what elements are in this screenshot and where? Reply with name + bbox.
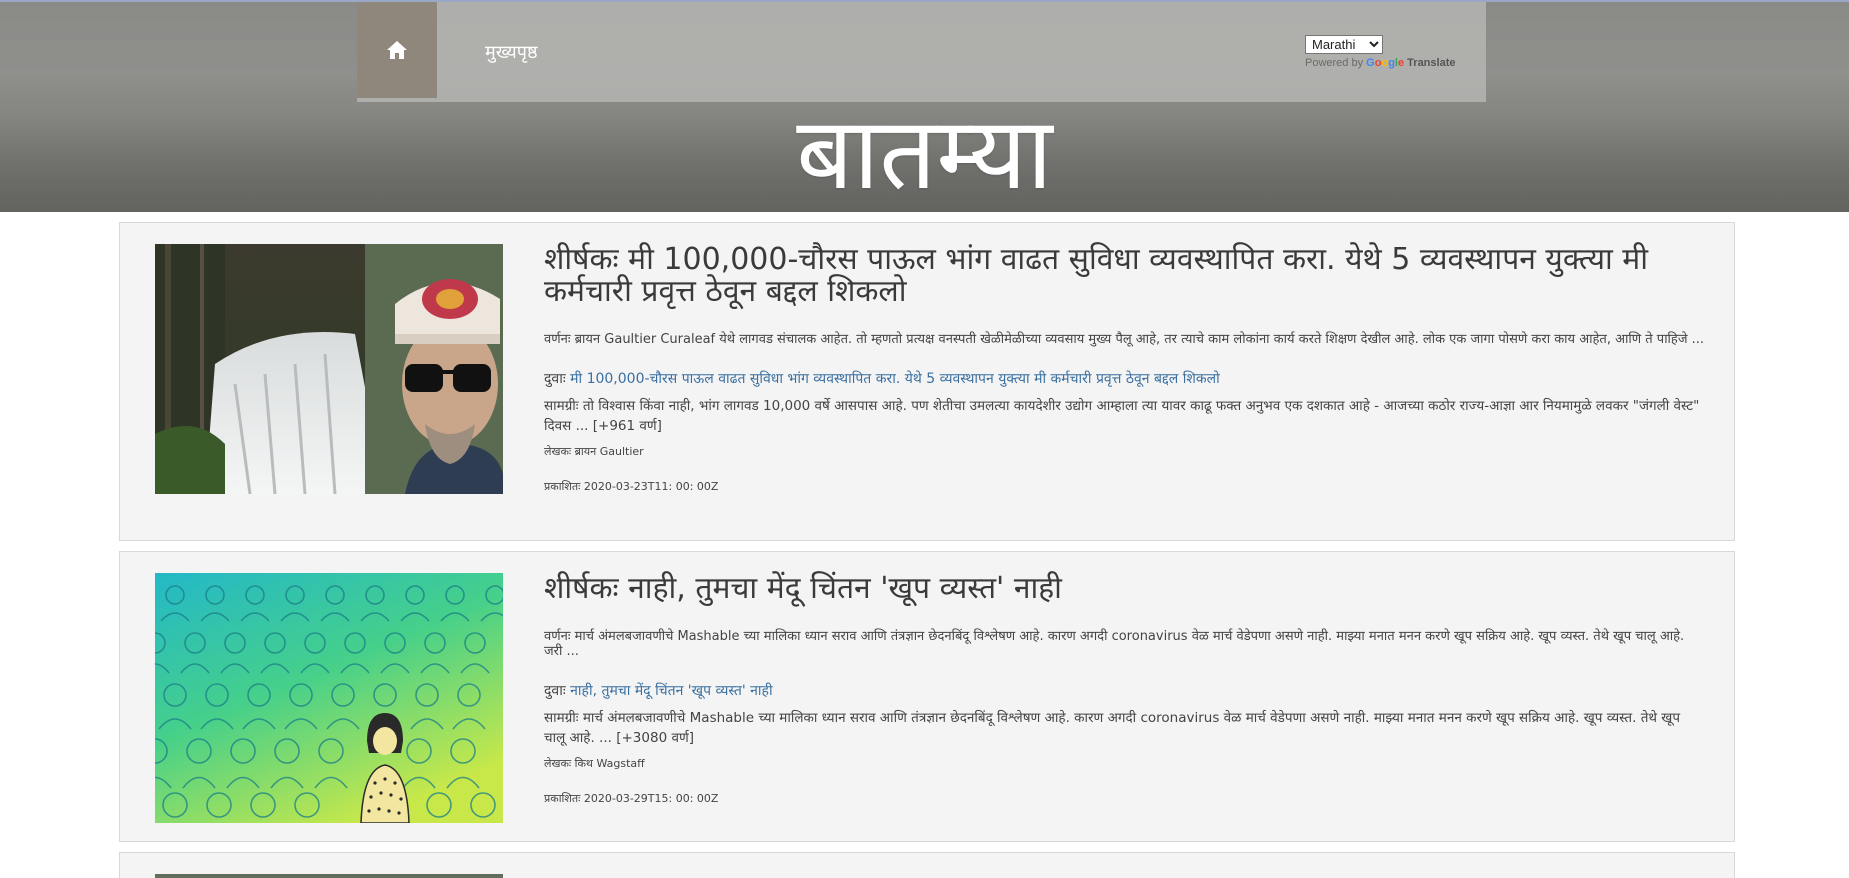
article-title: शीर्षकः नाही, तुमचा मेंदू चिंतन 'खूप व्य… xyxy=(544,571,1062,606)
article-illustration-crowd xyxy=(155,573,503,823)
article-title: शीर्षकः मी 100,000-चौरस पाऊल भांग वाढत स… xyxy=(544,242,1649,309)
article-content: सामग्रीः मार्च अंमलबजावणीचे Mashable च्य… xyxy=(544,710,1681,746)
article-image xyxy=(155,244,503,494)
article-description: वर्णनः मार्च अंमलबजावणीचे Mashable च्या … xyxy=(544,629,1685,659)
nav-link-home[interactable]: मुख्यपृष्ठ xyxy=(485,40,538,64)
news-list: शीर्षकः मी 100,000-चौरस पाऊल भांग वाढत स… xyxy=(0,212,1849,878)
article-published-date: प्रकाशितः 2020-03-23T11: 00: 00Z xyxy=(544,480,719,493)
article-body: शीर्षकः नाही, तुमचा मेंदू चिंतन 'खूप व्य… xyxy=(544,573,1704,806)
navbar: मुख्यपृष्ठ Marathi Powered by Google Tra… xyxy=(357,2,1486,102)
home-button[interactable] xyxy=(357,2,437,98)
language-select[interactable]: Marathi xyxy=(1305,35,1383,54)
article-card: शीर्षकः नाही, तुमचा मेंदू चिंतन 'खूप व्य… xyxy=(119,551,1735,842)
google-logo[interactable]: Google xyxy=(1366,57,1407,69)
google-translate-widget: Marathi Powered by Google Translate xyxy=(1305,34,1465,69)
page-header: मुख्यपृष्ठ Marathi Powered by Google Tra… xyxy=(0,0,1849,212)
article-content: सामग्रीः तो विश्वास किंवा नाही, भांग लाग… xyxy=(544,398,1700,434)
article-link-prefix: दुवाः xyxy=(544,683,566,699)
article-link[interactable]: नाही, तुमचा मेंदू चिंतन 'खूप व्यस्त' नाह… xyxy=(570,683,772,699)
article-author: लेखकः किथ Wagstaff xyxy=(544,757,645,770)
article-photo-waterfall-man xyxy=(155,244,503,494)
home-icon xyxy=(387,41,407,59)
article-body: शीर्षकः मी 100,000-चौरस पाऊल भांग वाढत स… xyxy=(544,244,1704,494)
article-card xyxy=(119,852,1735,878)
article-published-date: प्रकाशितः 2020-03-29T15: 00: 00Z xyxy=(544,792,719,805)
powered-by-label: Powered by xyxy=(1305,57,1364,69)
page-title: बातम्या xyxy=(796,95,1053,212)
article-card: शीर्षकः मी 100,000-चौरस पाऊल भांग वाढत स… xyxy=(119,222,1735,541)
article-link-prefix: दुवाः xyxy=(544,371,566,387)
article-image xyxy=(155,573,503,823)
article-author: लेखकः ब्रायन Gaultier xyxy=(544,445,644,458)
article-link[interactable]: मी 100,000-चौरस पाऊल वाढत सुविधा भांग व्… xyxy=(570,371,1220,387)
powered-by-text: Powered by Google Translate xyxy=(1305,57,1465,69)
article-image xyxy=(155,874,503,878)
translate-label: Translate xyxy=(1407,57,1456,69)
article-description: वर्णनः ब्रायन Gaultier Curaleaf येथे लाग… xyxy=(544,332,1705,347)
article-link-row: दुवाः मी 100,000-चौरस पाऊल वाढत सुविधा भ… xyxy=(544,369,1704,388)
article-link-row: दुवाः नाही, तुमचा मेंदू चिंतन 'खूप व्यस्… xyxy=(544,681,1704,700)
